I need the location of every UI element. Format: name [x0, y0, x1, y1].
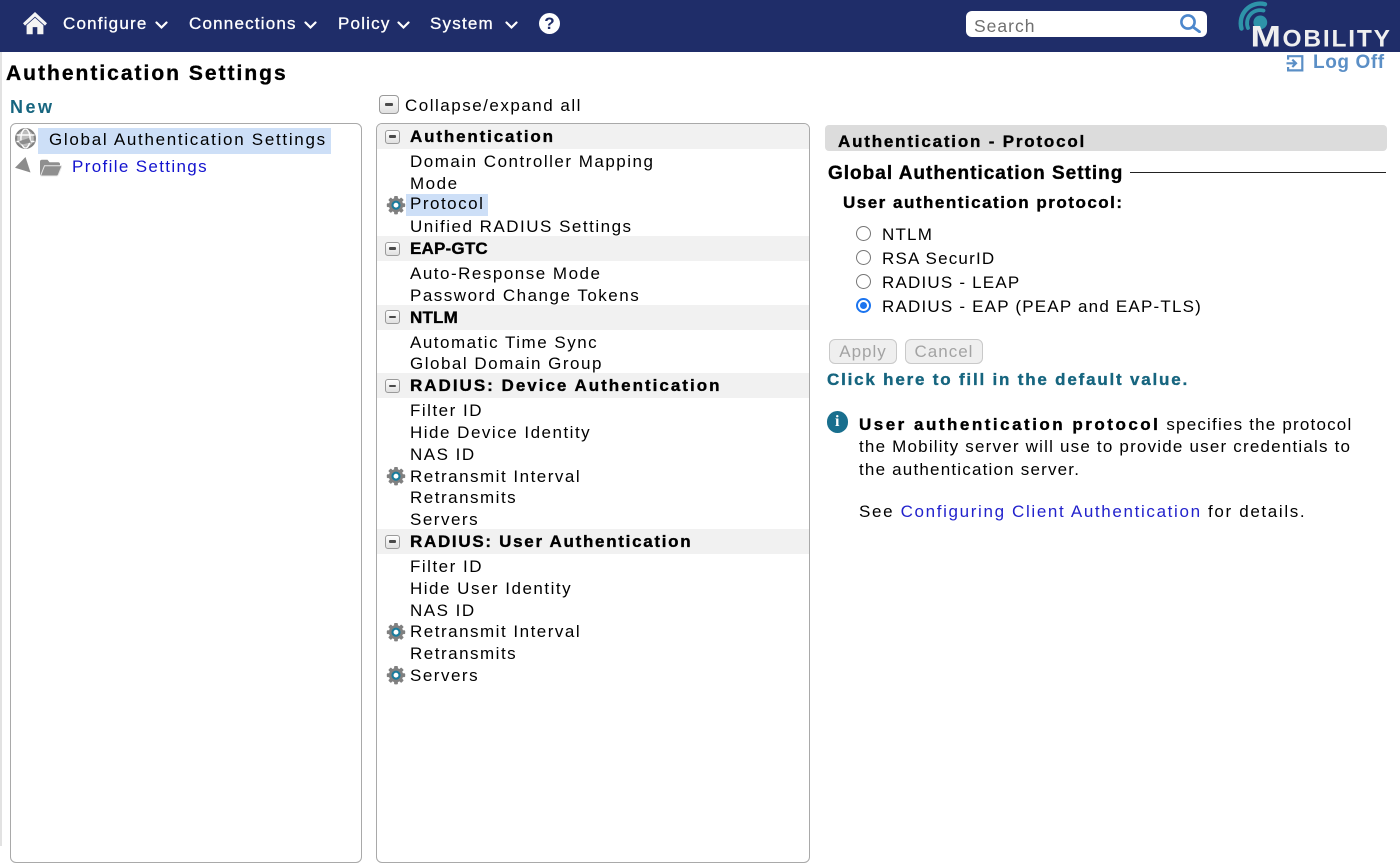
svg-text:OBILITY: OBILITY [1283, 26, 1392, 52]
svg-text:M: M [1251, 21, 1281, 52]
